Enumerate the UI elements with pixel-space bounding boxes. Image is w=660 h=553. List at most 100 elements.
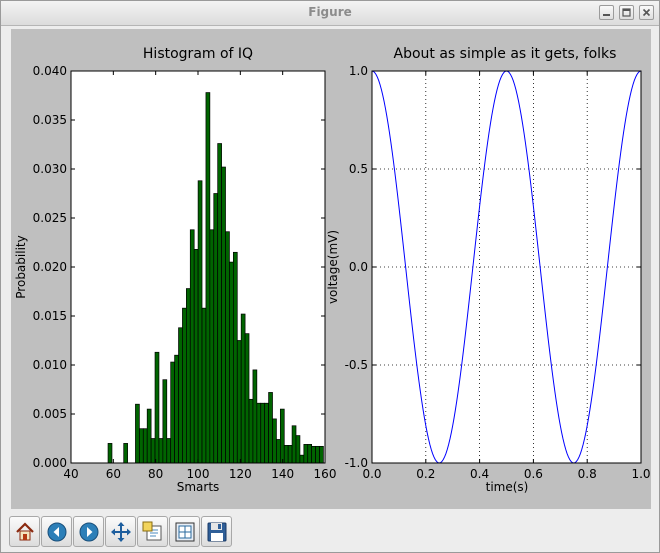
histogram-ytick-label: 0.025 bbox=[33, 211, 67, 225]
histogram-bar bbox=[268, 392, 273, 464]
histogram-bar bbox=[189, 229, 195, 464]
forward-button[interactable] bbox=[73, 516, 104, 547]
window-title: Figure bbox=[308, 5, 352, 19]
histogram-bar bbox=[193, 249, 199, 464]
zoom-rect-icon bbox=[142, 521, 162, 541]
arrow-right-icon bbox=[79, 522, 99, 542]
histogram-bar bbox=[315, 445, 320, 464]
histogram-ytick-label: 0.010 bbox=[33, 358, 67, 372]
home-icon bbox=[16, 522, 34, 541]
histogram-xtick-label: 80 bbox=[148, 467, 163, 481]
histogram-bar bbox=[252, 369, 258, 464]
histogram-bar bbox=[311, 445, 316, 464]
histogram-ytick-label: 0.015 bbox=[33, 309, 67, 323]
maximize-icon bbox=[622, 8, 631, 17]
histogram-xtick-label: 140 bbox=[271, 467, 294, 481]
title-bar[interactable]: Figure bbox=[1, 1, 659, 26]
line-title: About as simple as it gets, folks bbox=[394, 46, 617, 62]
histogram-bar bbox=[319, 445, 324, 464]
line-xtick-label: 0.6 bbox=[524, 467, 543, 481]
zoom-button[interactable] bbox=[137, 516, 168, 547]
histogram-bar bbox=[158, 438, 164, 464]
histogram-bar bbox=[170, 361, 175, 464]
histogram-bar bbox=[213, 193, 219, 464]
floppy-disk-icon bbox=[207, 522, 227, 542]
histogram-bar bbox=[182, 307, 187, 464]
line-xtick-label: 0.2 bbox=[416, 467, 435, 481]
histogram-bar bbox=[217, 143, 222, 464]
figure-svg: Histogram of IQ 40 60 80 100 120 140 1600.0000… bbox=[14, 46, 651, 494]
line-ytick-label: -0.5 bbox=[345, 358, 368, 372]
histogram-bar bbox=[283, 445, 289, 464]
histogram-bar bbox=[221, 166, 226, 464]
histogram-xtick-label: 160 bbox=[314, 467, 337, 481]
histogram-bar bbox=[166, 438, 172, 464]
histogram-bar bbox=[295, 435, 301, 464]
minimize-button[interactable] bbox=[599, 5, 614, 20]
subplots-button[interactable] bbox=[169, 516, 200, 547]
histogram-bar bbox=[248, 398, 254, 464]
histogram-xtick-label: 120 bbox=[229, 467, 252, 481]
histogram-bar bbox=[272, 418, 277, 464]
histogram-bar bbox=[264, 402, 269, 464]
maximize-button[interactable] bbox=[619, 5, 634, 20]
histogram-bar bbox=[225, 231, 230, 464]
histogram-bar bbox=[229, 261, 234, 464]
histogram-ylabel: Probability bbox=[14, 235, 28, 298]
figure-canvas[interactable]: Histogram of IQ 40 60 80 100 120 140 160 0.000 0… bbox=[11, 29, 651, 509]
minimize-icon bbox=[603, 14, 610, 16]
histogram-bar bbox=[276, 439, 281, 464]
histogram-bar bbox=[287, 445, 293, 464]
histogram-bar bbox=[209, 229, 215, 464]
line-ytick-label: 1.0 bbox=[349, 64, 368, 78]
line-xlabel: time(s) bbox=[486, 480, 529, 494]
histogram-bar bbox=[307, 444, 313, 464]
line-axes: About as simple as it gets, folks 0.0 0.2… bbox=[326, 46, 651, 494]
histogram-xtick-label: 60 bbox=[106, 467, 121, 481]
histogram-bar bbox=[303, 444, 309, 464]
histogram-bar bbox=[236, 340, 242, 464]
histogram-xtick-label: 100 bbox=[187, 467, 210, 481]
close-icon bbox=[642, 8, 651, 17]
histogram-axes: Histogram of IQ 40 60 80 100 120 140 1600.0000… bbox=[14, 46, 336, 494]
histogram-bar bbox=[240, 313, 246, 464]
line-xtick-label: 0.8 bbox=[578, 467, 597, 481]
line-xtick-label: 1.0 bbox=[631, 467, 650, 481]
line-ytick-label: 0.5 bbox=[349, 162, 368, 176]
histogram-bar bbox=[205, 92, 211, 464]
navigation-toolbar bbox=[1, 513, 659, 552]
histogram-ytick-label: 0.030 bbox=[33, 162, 67, 176]
histogram-bar bbox=[162, 379, 168, 464]
subplots-icon bbox=[175, 522, 195, 542]
back-button[interactable] bbox=[41, 516, 72, 547]
histogram-bar bbox=[135, 403, 140, 464]
histogram-bar bbox=[123, 443, 128, 464]
histogram-bar bbox=[107, 443, 113, 464]
pan-button[interactable] bbox=[105, 516, 136, 547]
line-ytick-label: 0.0 bbox=[349, 260, 368, 274]
histogram-bar bbox=[139, 428, 144, 464]
histogram-bar bbox=[174, 354, 179, 464]
figure-window: Figure Histogram of IQ 40 60 80 100 120 140 16… bbox=[0, 0, 660, 553]
histogram-ytick-label: 0.020 bbox=[33, 260, 67, 274]
save-button[interactable] bbox=[201, 516, 232, 547]
close-button[interactable] bbox=[639, 5, 654, 20]
histogram-bar bbox=[232, 251, 238, 464]
move-arrows-icon bbox=[111, 522, 131, 542]
line-xtick-label: 0.4 bbox=[470, 467, 489, 481]
histogram-bar bbox=[291, 425, 297, 464]
home-button[interactable] bbox=[9, 516, 40, 547]
histogram-bar bbox=[146, 408, 152, 464]
histogram-ytick-label: 0.040 bbox=[33, 64, 67, 78]
histogram-ytick-label: 0.000 bbox=[33, 456, 67, 470]
histogram-bar bbox=[244, 333, 250, 464]
histogram-bar bbox=[186, 288, 191, 464]
arrow-left-icon bbox=[47, 522, 67, 542]
histogram-bar bbox=[178, 327, 183, 464]
histogram-bar bbox=[154, 351, 160, 464]
histogram-bar bbox=[197, 180, 203, 464]
histogram-bar bbox=[256, 402, 262, 464]
histogram-xlabel: Smarts bbox=[177, 480, 220, 494]
histogram-bar bbox=[150, 438, 156, 464]
line-ytick-label: -1.0 bbox=[345, 456, 368, 470]
